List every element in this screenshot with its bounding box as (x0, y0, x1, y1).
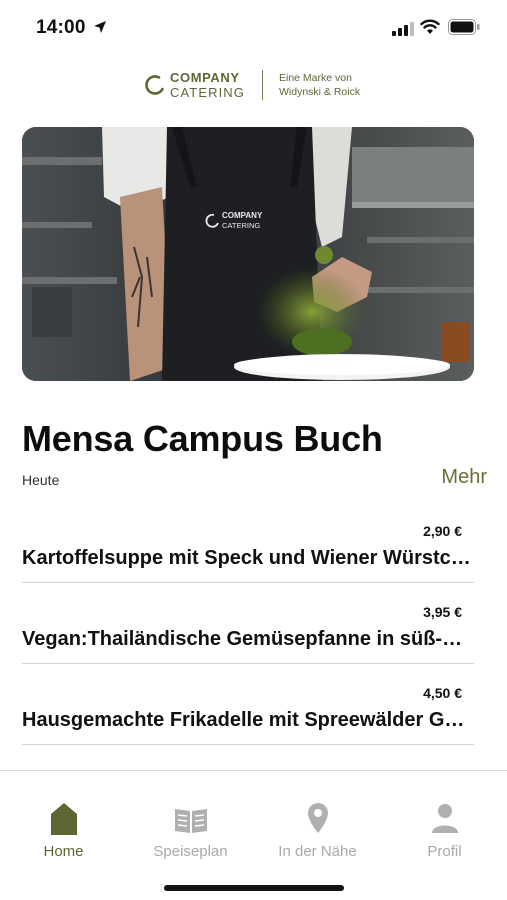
apron-logo-catering: CATERING (222, 221, 260, 230)
person-icon (431, 804, 458, 833)
brand-divider (262, 70, 263, 100)
hero-image: COMPANY CATERING (22, 127, 474, 381)
location-pin-icon (307, 803, 328, 833)
battery-icon (448, 19, 480, 35)
meal-name: Kartoffelsuppe mit Speck und Wiener Würs… (22, 547, 472, 569)
more-link[interactable]: Mehr (441, 466, 487, 489)
meal-price: 4,50 € (423, 685, 462, 701)
brand-catering: CATERING (170, 85, 246, 100)
home-icon (50, 803, 77, 835)
brand-company: COMPANY (170, 70, 240, 85)
signal-icon (392, 22, 414, 36)
meal-name: Hausgemachte Frikadelle mit Spreewälder … (22, 709, 472, 731)
book-icon (174, 809, 207, 833)
meal-price: 2,90 € (423, 523, 462, 539)
tab-home[interactable]: Home (0, 801, 127, 865)
canteen-title: Mensa Campus Buch (22, 418, 383, 459)
brand-header: COMPANY CATERING Eine Marke von Widynski… (0, 64, 507, 108)
apron-logo-company: COMPANY (222, 211, 263, 220)
tab-label-speiseplan: Speiseplan (153, 843, 228, 860)
wifi-icon (420, 19, 440, 34)
company-catering-logo-icon (145, 75, 164, 95)
status-time: 14:00 (36, 17, 86, 38)
tab-profil[interactable]: Profil (381, 801, 507, 865)
chef-illustration: COMPANY CATERING (22, 127, 474, 381)
tab-label-in-der-naehe: In der Nähe (278, 843, 357, 860)
brand-owner: Widynski & Roick (279, 86, 361, 98)
tab-bar: Home Speiseplan In der Nähe Profil (0, 770, 507, 900)
tab-label-home: Home (43, 843, 84, 860)
brand-tagline: Eine Marke von (279, 72, 352, 84)
tab-in-der-naehe[interactable]: In der Nähe (254, 801, 381, 865)
home-indicator (164, 885, 344, 891)
meal-item[interactable]: 4,50 € Hausgemachte Frikadelle mit Spree… (22, 685, 474, 745)
meal-price: 3,95 € (423, 604, 462, 620)
day-label: Heute (22, 472, 60, 488)
tab-speiseplan[interactable]: Speiseplan (127, 801, 254, 865)
location-arrow-icon (94, 21, 106, 33)
meal-item[interactable]: 3,95 € Vegan:Thailändische Gemüsepfanne … (22, 604, 474, 664)
status-bar: 14:00 (0, 0, 507, 56)
meal-item[interactable]: 2,90 € Kartoffelsuppe mit Speck und Wien… (22, 523, 474, 583)
meal-name: Vegan:Thailändische Gemüsepfanne in süß-… (22, 628, 472, 650)
tab-label-profil: Profil (427, 843, 462, 860)
